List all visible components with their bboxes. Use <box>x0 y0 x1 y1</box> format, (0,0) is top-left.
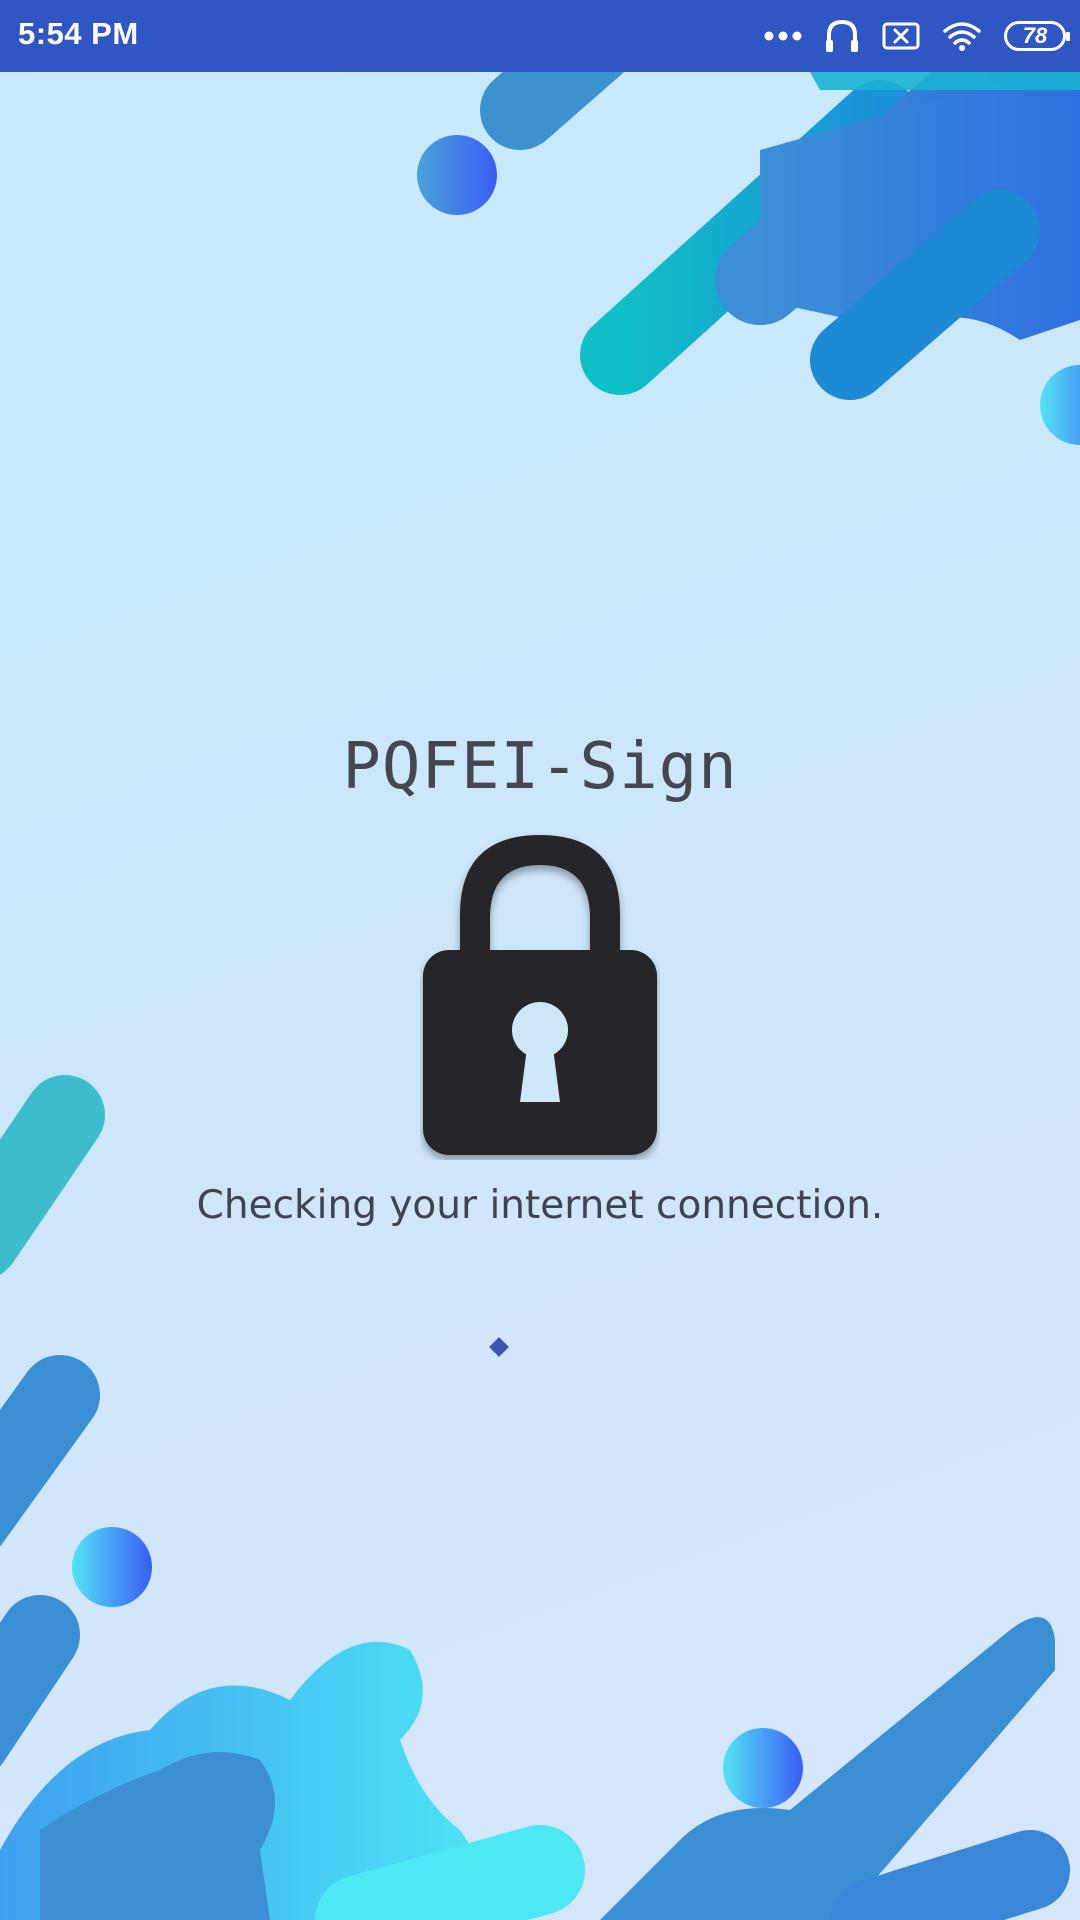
wifi-icon <box>943 22 981 51</box>
sim-missing-icon <box>882 22 920 50</box>
connection-status-message: Checking your internet connection. <box>196 1183 884 1228</box>
status-icons: 78 <box>764 14 1070 58</box>
splash-screen: 5:54 PM 78 PQFEI-Sign Checking your inte… <box>0 0 1080 1920</box>
padlock-icon <box>423 835 657 1155</box>
battery-level: 78 <box>1022 23 1048 48</box>
status-time: 5:54 PM <box>18 16 139 51</box>
battery-icon: 78 <box>1004 21 1070 51</box>
more-dots-icon <box>764 31 802 41</box>
headphones-icon <box>826 19 858 52</box>
app-title: PQFEI-Sign <box>342 730 738 804</box>
status-bar: 5:54 PM 78 <box>0 0 1080 72</box>
